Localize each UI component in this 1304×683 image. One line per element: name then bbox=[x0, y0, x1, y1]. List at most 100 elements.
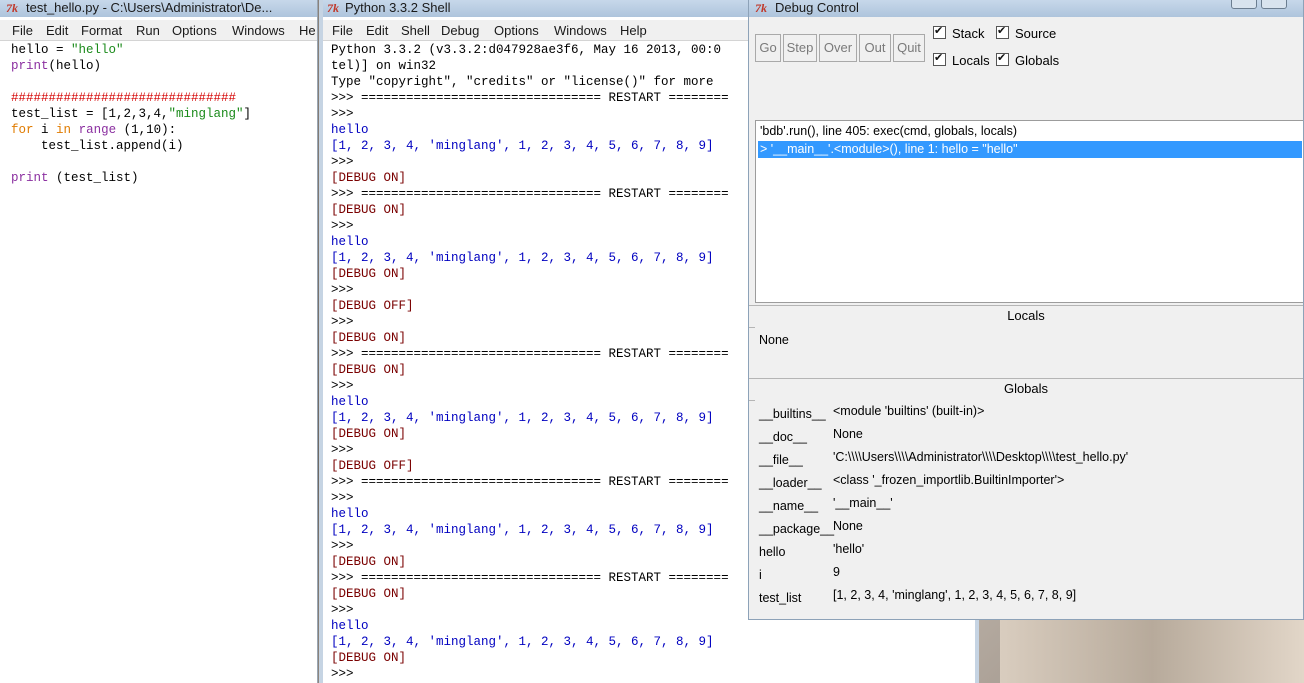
tk-feather-icon: 7k bbox=[755, 1, 767, 15]
shell-token: >>> bbox=[331, 603, 354, 617]
editor-token: test_list = [1,2,3,4, bbox=[11, 107, 169, 121]
global-value: None bbox=[833, 427, 863, 441]
editor-line: ############################## bbox=[11, 90, 317, 106]
globals-checkbox-label: Globals bbox=[1015, 53, 1060, 68]
minimize-button[interactable] bbox=[1231, 0, 1257, 9]
global-value: <class '_frozen_importlib.BuiltinImporte… bbox=[833, 473, 1065, 487]
shell-token: [DEBUG ON] bbox=[331, 203, 407, 217]
over-button[interactable]: Over bbox=[819, 34, 857, 62]
locals-checkbox-label: Locals bbox=[952, 53, 990, 68]
shell-menu-options[interactable]: Options bbox=[494, 23, 539, 38]
shell-token: >>> bbox=[331, 155, 354, 169]
editor-token: ############################## bbox=[11, 91, 237, 105]
shell-line: [DEBUG ON] bbox=[331, 650, 975, 666]
shell-token: [DEBUG OFF] bbox=[331, 459, 414, 473]
shell-token: >>> ================================ RES… bbox=[331, 187, 729, 201]
global-value: None bbox=[833, 519, 863, 533]
global-name: hello bbox=[759, 545, 786, 559]
shell-token: [DEBUG ON] bbox=[331, 651, 407, 665]
editor-token: ] bbox=[243, 107, 252, 121]
editor-titlebar[interactable]: 7k test_hello.py - C:\Users\Administrato… bbox=[0, 0, 317, 17]
shell-token: [DEBUG ON] bbox=[331, 363, 407, 377]
locals-checkbox[interactable]: Locals bbox=[933, 51, 990, 68]
maximize-button[interactable] bbox=[1261, 0, 1287, 9]
step-button[interactable]: Step bbox=[783, 34, 817, 62]
editor-token: (hello) bbox=[48, 59, 102, 73]
editor-token: for bbox=[11, 123, 34, 137]
editor-menu-edit[interactable]: Edit bbox=[46, 23, 68, 38]
stack-frame-bdb[interactable]: 'bdb'.run(), line 405: exec(cmd, globals… bbox=[758, 123, 1302, 140]
shell-token: >>> bbox=[331, 379, 354, 393]
shell-token: [1, 2, 3, 4, 'minglang', 1, 2, 3, 4, 5, … bbox=[331, 523, 714, 537]
shell-token: >>> bbox=[331, 283, 354, 297]
shell-menu-file[interactable]: File bbox=[332, 23, 353, 38]
stack-list[interactable]: 'bdb'.run(), line 405: exec(cmd, globals… bbox=[755, 120, 1303, 303]
shell-token: hello bbox=[331, 507, 369, 521]
stack-checkbox[interactable]: Stack bbox=[933, 24, 985, 41]
global-name: __builtins__ bbox=[759, 407, 826, 421]
shell-token: >>> bbox=[331, 107, 354, 121]
shell-token: >>> bbox=[331, 667, 354, 681]
shell-token: >>> ================================ RES… bbox=[331, 475, 729, 489]
editor-token: "minglang" bbox=[168, 107, 244, 121]
shell-token: hello bbox=[331, 235, 369, 249]
editor-text-area[interactable]: hello = "hello" print(hello) #############… bbox=[11, 42, 317, 683]
editor-token: "hello" bbox=[71, 43, 124, 57]
shell-token: >>> bbox=[331, 315, 354, 329]
shell-token: hello bbox=[331, 619, 369, 633]
quit-button[interactable]: Quit bbox=[893, 34, 925, 62]
global-value: [1, 2, 3, 4, 'minglang', 1, 2, 3, 4, 5, … bbox=[833, 588, 1077, 602]
debug-titlebar[interactable]: 7k Debug Control bbox=[749, 0, 1303, 17]
shell-token: [DEBUG OFF] bbox=[331, 299, 414, 313]
shell-menu-help[interactable]: Help bbox=[620, 23, 647, 38]
editor-menubar: File Edit Format Run Options Windows He bbox=[0, 20, 317, 41]
editor-token bbox=[71, 123, 79, 137]
shell-menu-edit[interactable]: Edit bbox=[366, 23, 388, 38]
globals-checkbox[interactable]: Globals bbox=[996, 51, 1060, 68]
checkbox-checked-icon bbox=[933, 51, 946, 66]
editor-menu-file[interactable]: File bbox=[12, 23, 33, 38]
stack-frame-main-selected[interactable]: > '__main__'.<module>(), line 1: hello =… bbox=[758, 141, 1302, 158]
editor-menu-run[interactable]: Run bbox=[136, 23, 160, 38]
shell-menu-debug[interactable]: Debug bbox=[441, 23, 479, 38]
editor-menu-format[interactable]: Format bbox=[81, 23, 122, 38]
editor-line: for i in range (1,10): bbox=[11, 122, 317, 138]
out-button[interactable]: Out bbox=[859, 34, 891, 62]
shell-token: >>> bbox=[331, 219, 354, 233]
editor-token: (test_list) bbox=[48, 171, 139, 185]
global-name: test_list bbox=[759, 591, 802, 605]
source-checkbox[interactable]: Source bbox=[996, 24, 1056, 41]
editor-menu-options[interactable]: Options bbox=[172, 23, 217, 38]
shell-token: hello bbox=[331, 123, 369, 137]
shell-token: Type "copyright", "credits" or "license(… bbox=[331, 75, 714, 89]
debug-title: Debug Control bbox=[775, 0, 859, 15]
shell-token: [DEBUG ON] bbox=[331, 555, 407, 569]
global-value: 'C:\\\\Users\\\\Administrator\\\\Desktop… bbox=[833, 450, 1129, 464]
locals-value: None bbox=[759, 333, 789, 347]
checkbox-checked-icon bbox=[996, 51, 1009, 66]
shell-token: [DEBUG ON] bbox=[331, 171, 407, 185]
global-value: '__main__' bbox=[833, 496, 893, 510]
shell-menu-shell[interactable]: Shell bbox=[401, 23, 430, 38]
editor-window: 7k test_hello.py - C:\Users\Administrato… bbox=[0, 0, 318, 683]
editor-line: print (test_list) bbox=[11, 170, 317, 186]
shell-token: >>> bbox=[331, 539, 354, 553]
stack-checkbox-label: Stack bbox=[952, 26, 985, 41]
checkbox-checked-icon bbox=[996, 24, 1009, 39]
shell-token: [1, 2, 3, 4, 'minglang', 1, 2, 3, 4, 5, … bbox=[331, 251, 714, 265]
locals-header: Locals bbox=[749, 305, 1303, 328]
globals-panel: __builtins__ <module 'builtins' (built-in… bbox=[755, 400, 1303, 614]
editor-token: in bbox=[56, 123, 72, 137]
shell-line: >>> bbox=[331, 666, 975, 682]
global-name: __loader__ bbox=[759, 476, 822, 490]
shell-token: [1, 2, 3, 4, 'minglang', 1, 2, 3, 4, 5, … bbox=[331, 411, 714, 425]
editor-line: test_list.append(i) bbox=[11, 138, 317, 154]
shell-token: >>> ================================ RES… bbox=[331, 571, 729, 585]
go-button[interactable]: Go bbox=[755, 34, 781, 62]
editor-menu-help[interactable]: He bbox=[299, 23, 316, 38]
editor-menu-windows[interactable]: Windows bbox=[232, 23, 285, 38]
shell-menu-windows[interactable]: Windows bbox=[554, 23, 607, 38]
editor-token: (1,10): bbox=[116, 123, 177, 137]
